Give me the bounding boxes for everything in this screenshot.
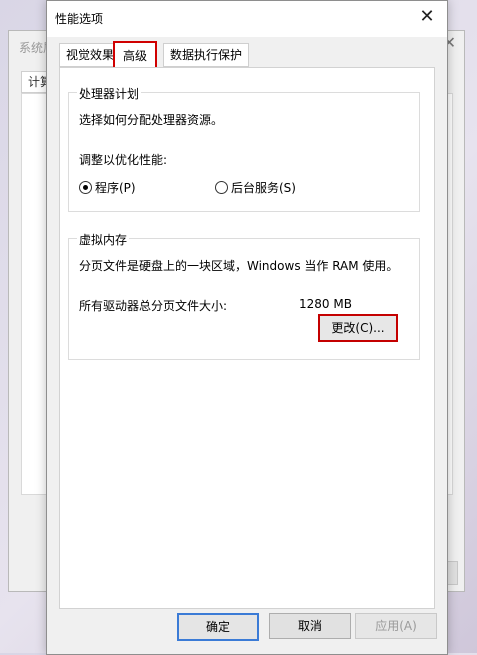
dialog-title: 性能选项 (55, 12, 104, 26)
titlebar: 性能选项 ✕ (47, 1, 447, 37)
total-paging-file-size-value: 1280 MB (299, 297, 352, 311)
dialog-button-bar: 确定 取消 应用(A) (47, 613, 447, 643)
tab-strip: 视觉效果 高级 数据执行保护 (59, 41, 435, 71)
processor-scheduling-legend: 处理器计划 (77, 85, 142, 102)
virtual-memory-legend: 虚拟内存 (77, 231, 130, 248)
advanced-tab-panel: 处理器计划 选择如何分配处理器资源。 调整以优化性能: 程序(P) 后台服务(S… (59, 67, 435, 609)
virtual-memory-description: 分页文件是硬盘上的一块区域，Windows 当作 RAM 使用。 (79, 259, 399, 273)
change-virtual-memory-button[interactable]: 更改(C)... (318, 314, 398, 342)
close-icon[interactable]: ✕ (417, 7, 437, 27)
tab-data-execution-prevention[interactable]: 数据执行保护 (163, 43, 250, 67)
background-services-radio[interactable] (215, 181, 228, 194)
ok-button[interactable]: 确定 (177, 613, 259, 641)
processor-scheduling-group: 处理器计划 选择如何分配处理器资源。 调整以优化性能: 程序(P) 后台服务(S… (68, 85, 420, 212)
cancel-button[interactable]: 取消 (269, 613, 351, 639)
total-paging-file-size-label: 所有驱动器总分页文件大小: (79, 299, 228, 313)
performance-options-dialog: 性能选项 ✕ 视觉效果 高级 数据执行保护 处理器计划 选择如何分配处理器资源。… (46, 0, 448, 655)
apply-button[interactable]: 应用(A) (355, 613, 437, 639)
adjust-for-performance-label: 调整以优化性能: (79, 153, 168, 167)
tab-visual-effects[interactable]: 视觉效果 (59, 43, 122, 67)
processor-scheduling-description: 选择如何分配处理器资源。 (79, 113, 224, 127)
programs-radio-label[interactable]: 程序(P) (95, 179, 136, 196)
background-services-radio-label[interactable]: 后台服务(S) (231, 179, 296, 196)
programs-radio[interactable] (79, 181, 92, 194)
